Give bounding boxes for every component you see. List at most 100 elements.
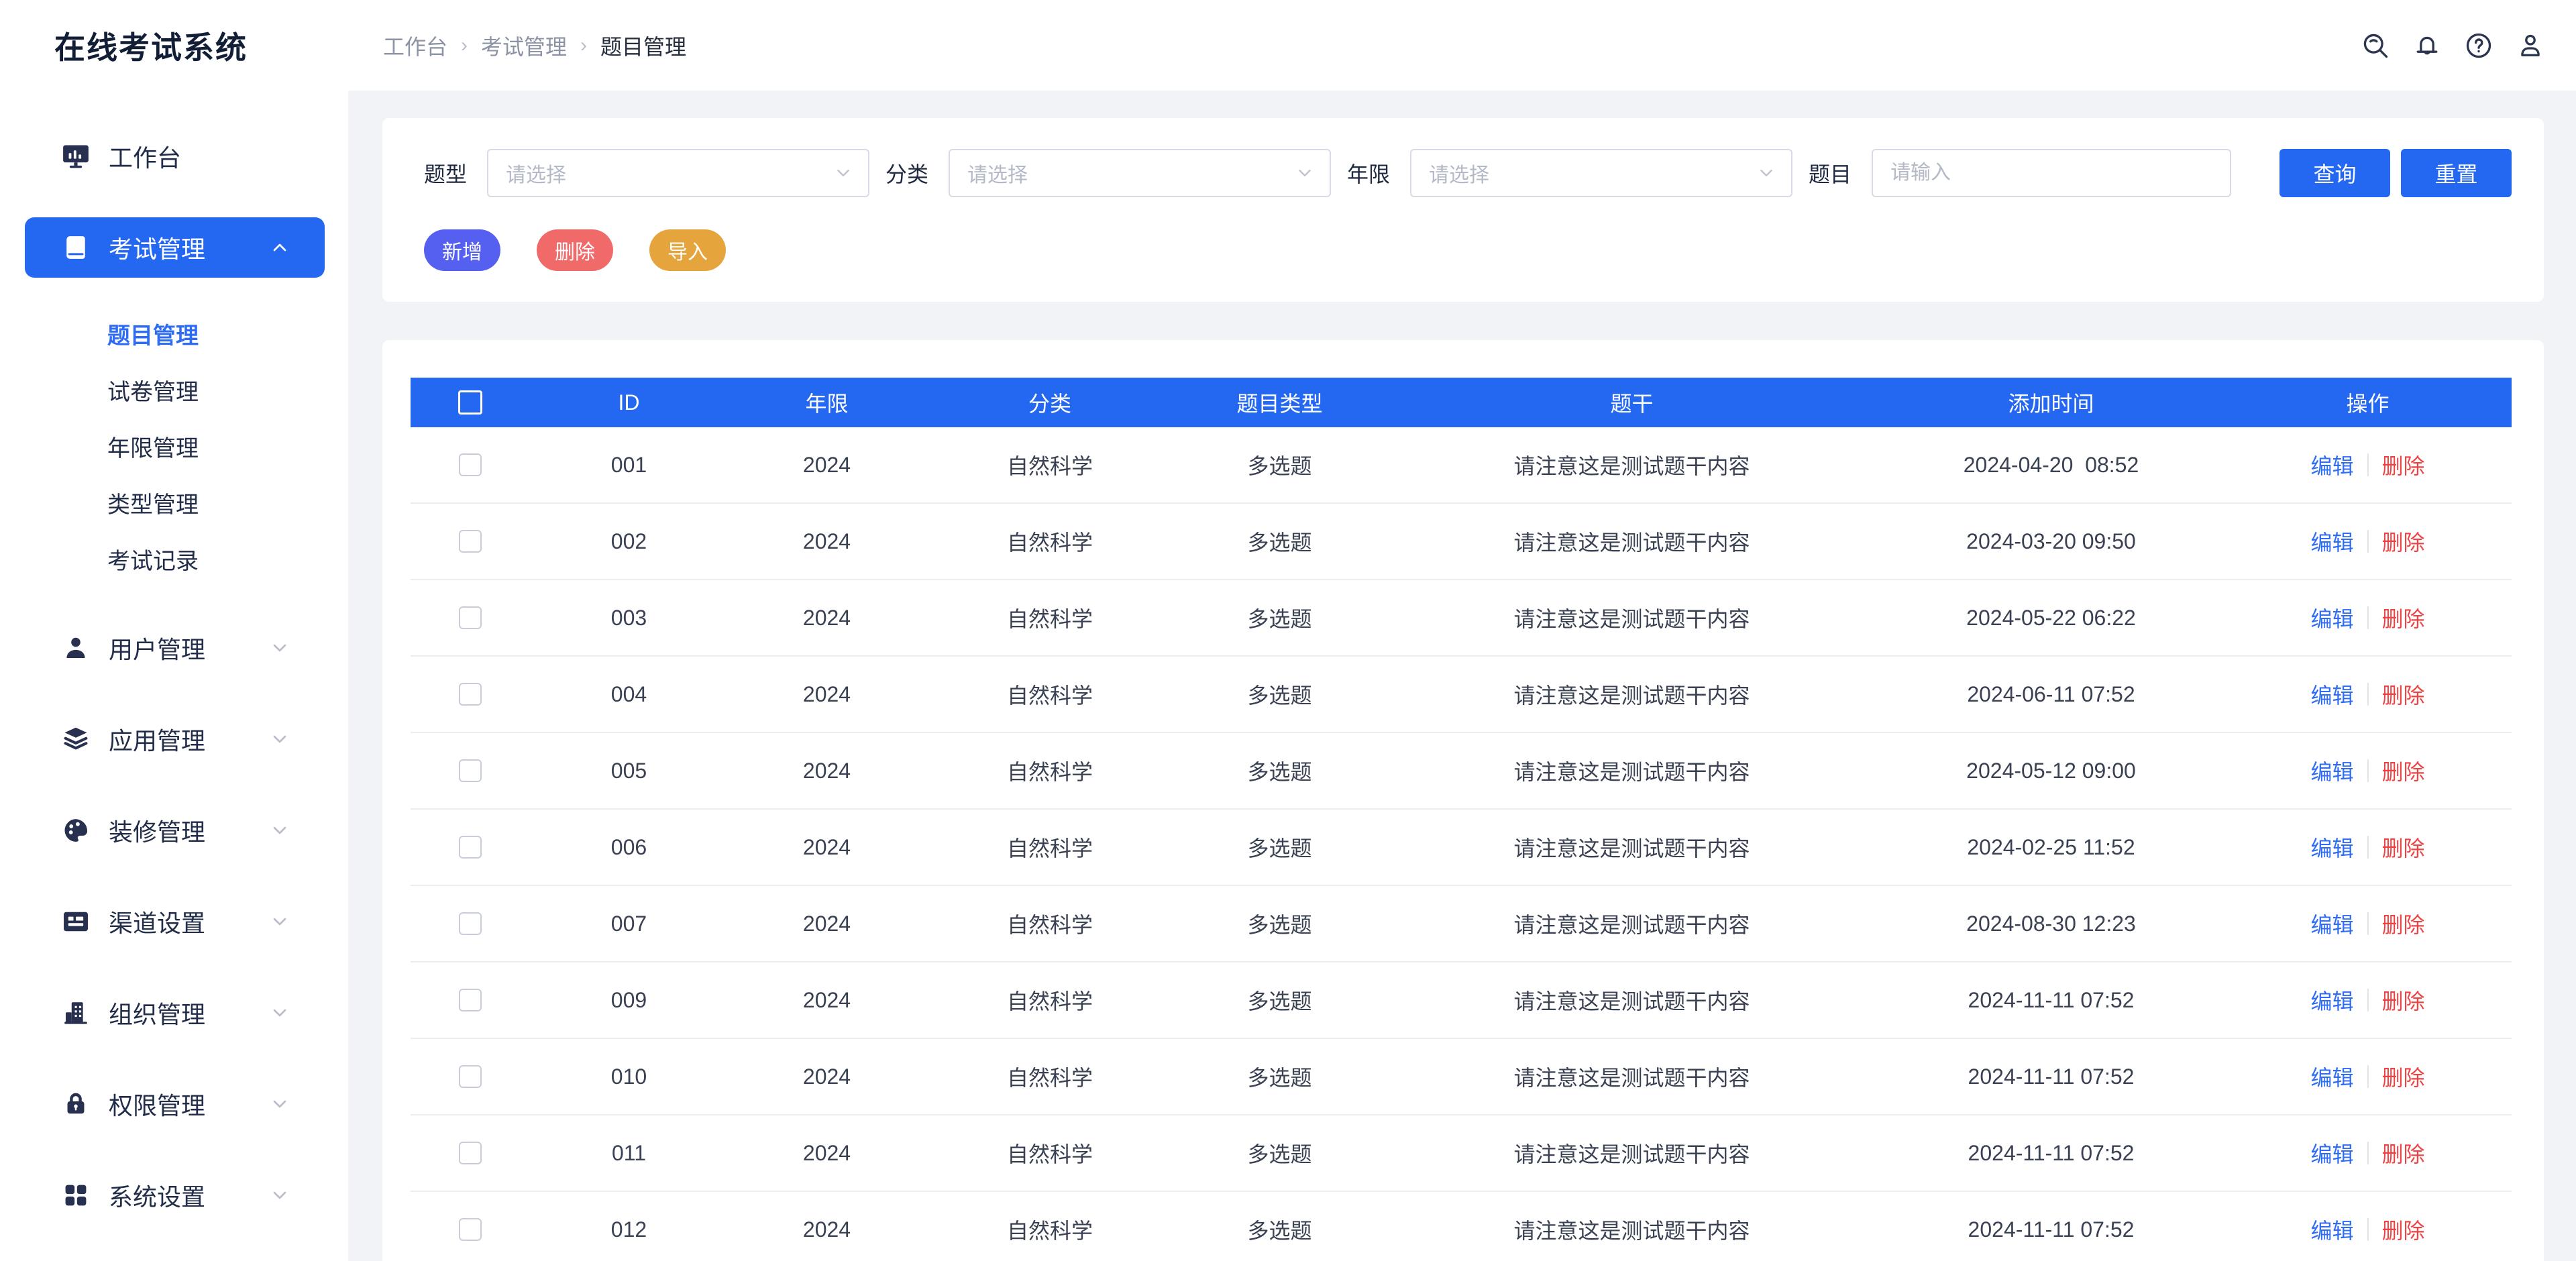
table-row: 010 2024 自然科学 多选题 请注意这是测试题干内容 2024-11-11… <box>411 1039 2512 1115</box>
question-input[interactable] <box>1872 149 2231 197</box>
table-row: 005 2024 自然科学 多选题 请注意这是测试题干内容 2024-05-12… <box>411 733 2512 810</box>
delete-link[interactable]: 删除 <box>2382 985 2425 1016</box>
delete-link[interactable]: 删除 <box>2382 602 2425 633</box>
cell-type: 多选题 <box>1174 526 1385 557</box>
cell-operation: 编辑删除 <box>2224 679 2512 710</box>
sidebar-item-exam-management[interactable]: 考试管理 <box>25 217 325 278</box>
sidebar-item-decoration-management[interactable]: 装修管理 <box>25 800 325 861</box>
row-checkbox[interactable] <box>459 453 482 476</box>
cell-operation: 编辑删除 <box>2224 908 2512 939</box>
edit-link[interactable]: 编辑 <box>2310 985 2353 1016</box>
edit-link[interactable]: 编辑 <box>2310 1138 2353 1168</box>
cell-category: 自然科学 <box>926 908 1174 939</box>
table-row: 004 2024 自然科学 多选题 请注意这是测试题干内容 2024-06-11… <box>411 657 2512 733</box>
edit-link[interactable]: 编辑 <box>2310 1061 2353 1092</box>
edit-link[interactable]: 编辑 <box>2310 908 2353 939</box>
delete-button[interactable]: 删除 <box>537 229 613 271</box>
cell-id: 007 <box>530 912 728 936</box>
user-icon <box>61 633 91 663</box>
building-icon <box>61 998 91 1028</box>
cell-id: 006 <box>530 835 728 860</box>
chevron-down-icon <box>833 163 853 183</box>
divider <box>2367 1065 2369 1088</box>
sidebar: 在线考试系统 工作台 考试管理 题目管理 试卷管理 <box>0 0 348 1261</box>
edit-link[interactable]: 编辑 <box>2310 602 2353 633</box>
row-checkbox[interactable] <box>459 989 482 1011</box>
filter-group-category: 分类 请选择 <box>885 149 1331 197</box>
user-avatar-icon[interactable] <box>2516 31 2545 60</box>
sidebar-nav: 工作台 考试管理 题目管理 试卷管理 年限管理 类型管理 考试记录 <box>0 91 348 1256</box>
cell-operation: 编辑删除 <box>2224 832 2512 863</box>
edit-link[interactable]: 编辑 <box>2310 679 2353 710</box>
row-checkbox[interactable] <box>459 1218 482 1241</box>
delete-link[interactable]: 删除 <box>2382 1138 2425 1168</box>
sidebar-item-organization-management[interactable]: 组织管理 <box>25 983 325 1043</box>
main-area: 工作台 › 考试管理 › 题目管理 <box>348 0 2576 1261</box>
delete-link[interactable]: 删除 <box>2382 1214 2425 1245</box>
cell-time: 2024-11-11 07:52 <box>1878 1217 2224 1242</box>
row-checkbox[interactable] <box>459 836 482 859</box>
sidebar-subitem-exam-records[interactable]: 考试记录 <box>0 531 348 587</box>
edit-link[interactable]: 编辑 <box>2310 449 2353 480</box>
sidebar-item-channel-settings[interactable]: 渠道设置 <box>25 891 325 952</box>
sidebar-subitem-type-management[interactable]: 类型管理 <box>0 474 348 531</box>
year-select[interactable]: 请选择 <box>1410 149 1792 197</box>
cell-year: 2024 <box>728 988 926 1013</box>
row-checkbox[interactable] <box>459 1065 482 1088</box>
row-checkbox[interactable] <box>459 912 482 935</box>
row-checkbox[interactable] <box>459 606 482 629</box>
sidebar-item-label: 应用管理 <box>109 722 205 757</box>
sidebar-subitem-question-management[interactable]: 题目管理 <box>0 305 348 362</box>
filter-card: 题型 请选择 分类 请选择 年限 <box>382 118 2544 302</box>
reset-button[interactable]: 重置 <box>2401 149 2512 197</box>
row-checkbox[interactable] <box>459 683 482 706</box>
sidebar-subitem-paper-management[interactable]: 试卷管理 <box>0 362 348 418</box>
divider <box>2367 683 2369 706</box>
edit-link[interactable]: 编辑 <box>2310 832 2353 863</box>
import-button[interactable]: 导入 <box>649 229 726 271</box>
divider <box>2367 606 2369 629</box>
sidebar-item-user-management[interactable]: 用户管理 <box>25 618 325 678</box>
cell-time: 2024-11-11 07:52 <box>1878 1141 2224 1166</box>
delete-link[interactable]: 删除 <box>2382 832 2425 863</box>
palette-icon <box>61 816 91 845</box>
row-checkbox[interactable] <box>459 530 482 553</box>
breadcrumb-exam-management[interactable]: 考试管理 <box>481 30 567 61</box>
cell-year: 2024 <box>728 759 926 783</box>
help-icon[interactable] <box>2464 31 2493 60</box>
search-icon[interactable] <box>2361 31 2390 60</box>
filter-group-question-type: 题型 请选择 <box>424 149 869 197</box>
cell-category: 自然科学 <box>926 1138 1174 1168</box>
edit-link[interactable]: 编辑 <box>2310 1214 2353 1245</box>
add-button[interactable]: 新增 <box>424 229 500 271</box>
delete-link[interactable]: 删除 <box>2382 908 2425 939</box>
cell-stem: 请注意这是测试题干内容 <box>1385 1138 1878 1168</box>
delete-link[interactable]: 删除 <box>2382 526 2425 557</box>
category-select[interactable]: 请选择 <box>949 149 1331 197</box>
bell-icon[interactable] <box>2412 31 2442 60</box>
delete-link[interactable]: 删除 <box>2382 1061 2425 1092</box>
cell-operation: 编辑删除 <box>2224 755 2512 786</box>
sidebar-item-app-management[interactable]: 应用管理 <box>25 709 325 769</box>
edit-link[interactable]: 编辑 <box>2310 755 2353 786</box>
sidebar-item-permission-management[interactable]: 权限管理 <box>25 1074 325 1134</box>
sidebar-item-label: 渠道设置 <box>109 904 205 939</box>
sidebar-subitem-year-management[interactable]: 年限管理 <box>0 418 348 474</box>
cell-category: 自然科学 <box>926 755 1174 786</box>
row-checkbox[interactable] <box>459 759 482 782</box>
row-checkbox[interactable] <box>459 1142 482 1164</box>
sidebar-item-label: 用户管理 <box>109 630 205 665</box>
breadcrumb-workbench[interactable]: 工作台 <box>383 30 447 61</box>
sidebar-item-workbench[interactable]: 工作台 <box>25 126 325 186</box>
sidebar-item-system-settings[interactable]: 系统设置 <box>25 1165 325 1225</box>
delete-link[interactable]: 删除 <box>2382 449 2425 480</box>
delete-link[interactable]: 删除 <box>2382 755 2425 786</box>
select-all-checkbox[interactable] <box>458 390 482 415</box>
edit-link[interactable]: 编辑 <box>2310 526 2353 557</box>
question-type-select[interactable]: 请选择 <box>487 149 869 197</box>
cell-id: 002 <box>530 529 728 554</box>
cell-stem: 请注意这是测试题干内容 <box>1385 1061 1878 1092</box>
delete-link[interactable]: 删除 <box>2382 679 2425 710</box>
query-button[interactable]: 查询 <box>2279 149 2390 197</box>
cell-type: 多选题 <box>1174 449 1385 480</box>
